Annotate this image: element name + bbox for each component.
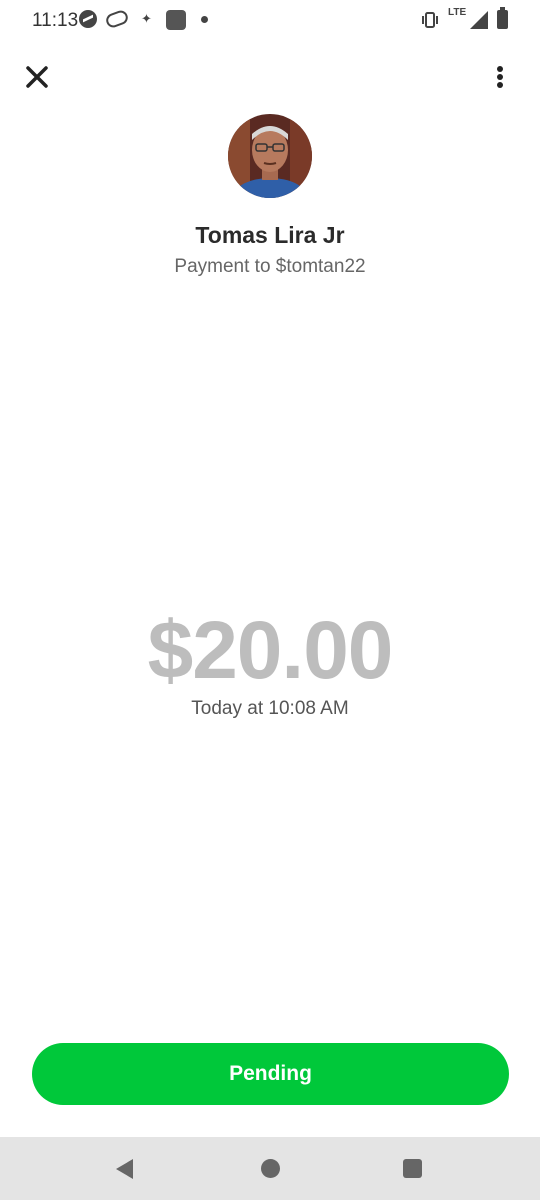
payment-amount: $20.00 bbox=[147, 605, 394, 696]
avatar bbox=[228, 114, 312, 198]
battery-icon bbox=[497, 7, 508, 29]
sparkle-icon: ✦ bbox=[141, 11, 152, 26]
status-bar: 11:13 ✦ LTE bbox=[0, 0, 540, 40]
status-time: 11:13 bbox=[32, 10, 79, 31]
more-vert-icon bbox=[497, 66, 503, 88]
signal-icon bbox=[470, 11, 488, 29]
more-options-button[interactable] bbox=[488, 62, 512, 92]
payment-timestamp: Today at 10:08 AM bbox=[191, 698, 349, 719]
pending-status-button[interactable]: Pending bbox=[32, 1043, 509, 1105]
navigation-bar bbox=[0, 1137, 540, 1200]
payment-subtitle: Payment to $tomtan22 bbox=[174, 256, 366, 277]
app-square-icon bbox=[166, 10, 186, 30]
vibrate-icon bbox=[422, 12, 438, 28]
close-icon bbox=[26, 66, 48, 88]
recipient-name: Tomas Lira Jr bbox=[195, 222, 345, 248]
recents-icon[interactable] bbox=[403, 1159, 422, 1178]
close-button[interactable] bbox=[22, 62, 52, 92]
back-icon[interactable] bbox=[116, 1159, 133, 1179]
network-type-label: LTE bbox=[448, 7, 467, 18]
chain-link-icon bbox=[104, 8, 130, 30]
messenger-icon bbox=[79, 10, 97, 28]
home-icon[interactable] bbox=[261, 1159, 280, 1178]
notification-dot-icon bbox=[201, 16, 208, 23]
